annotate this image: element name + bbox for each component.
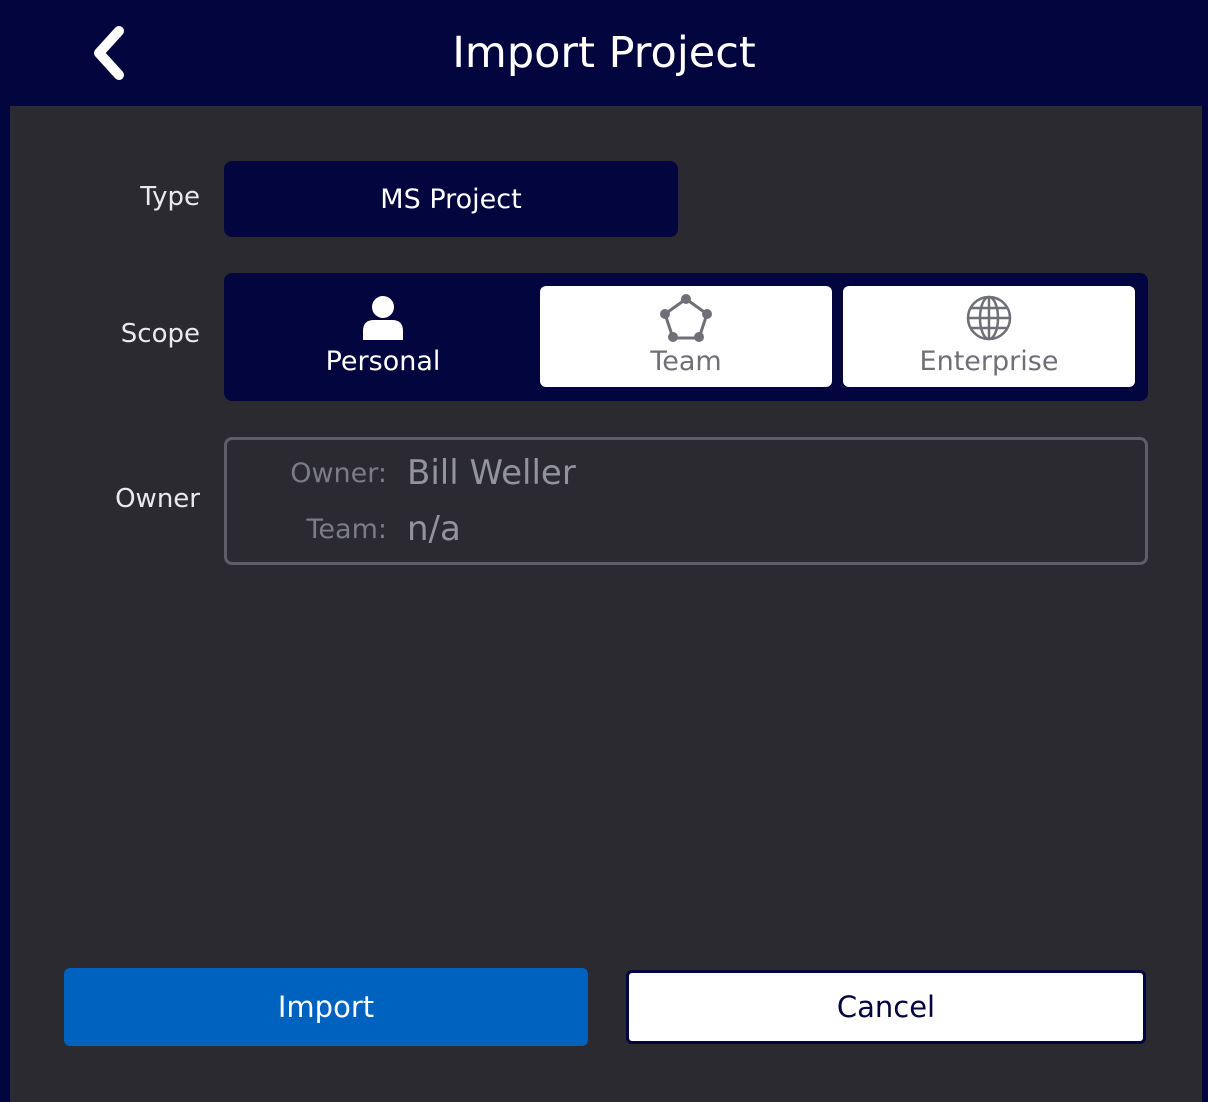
chevron-left-icon — [94, 26, 124, 80]
owner-label: Owner — [115, 484, 200, 514]
scope-option-enterprise[interactable]: Enterprise — [843, 286, 1135, 387]
globe-icon — [966, 295, 1012, 341]
owner-info-box: Owner: Bill Weller Team: n/a — [224, 437, 1148, 565]
scope-option-label: Personal — [325, 346, 441, 377]
page-title: Import Project — [452, 28, 756, 78]
import-button[interactable]: Import — [64, 968, 588, 1046]
window-border-right — [1202, 106, 1208, 1102]
header-bar: Import Project — [0, 0, 1208, 106]
team-icon — [660, 294, 712, 342]
scope-option-label: Team — [650, 346, 722, 377]
cancel-button[interactable]: Cancel — [626, 970, 1146, 1044]
team-value: n/a — [407, 509, 461, 549]
scope-option-team[interactable]: Team — [540, 286, 832, 387]
back-button[interactable] — [78, 18, 138, 88]
window-border-left — [0, 106, 10, 1102]
scope-label: Scope — [120, 319, 200, 349]
type-label: Type — [140, 182, 200, 212]
owner-key: Owner: — [290, 458, 387, 489]
scope-option-label: Enterprise — [919, 346, 1059, 377]
team-key: Team: — [306, 514, 387, 545]
scope-option-personal[interactable]: Personal — [237, 286, 529, 387]
form-panel — [10, 106, 1202, 1102]
scope-segmented-control: Personal Team Enterprise — [224, 273, 1148, 401]
type-selector-button[interactable]: MS Project — [224, 161, 678, 237]
owner-value: Bill Weller — [407, 453, 576, 493]
user-icon — [363, 296, 403, 340]
